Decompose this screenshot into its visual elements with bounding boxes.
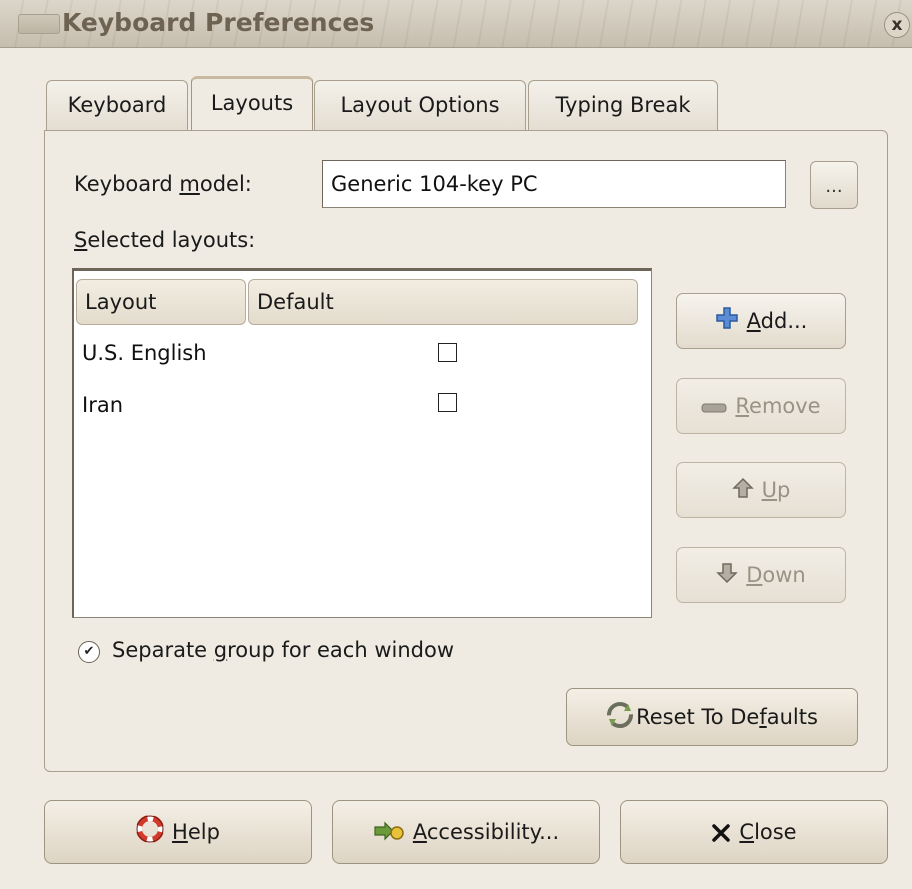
window-title: Keyboard Preferences	[62, 8, 375, 37]
title-bar[interactable]: Keyboard Preferences x	[0, 0, 912, 48]
move-up-button[interactable]: Up	[676, 462, 846, 518]
accessibility-icon	[373, 805, 405, 867]
list-item-layout: U.S. English	[82, 341, 207, 365]
help-button[interactable]: Help	[44, 800, 312, 864]
column-header-default[interactable]: Default	[248, 279, 638, 325]
separate-group-label[interactable]: Separate group for each window	[112, 638, 454, 662]
default-checkbox[interactable]	[438, 393, 457, 412]
arrow-down-icon	[716, 551, 739, 605]
keyboard-model-browse-button[interactable]: ...	[810, 161, 858, 209]
accessibility-button[interactable]: Accessibility...	[332, 800, 600, 864]
move-down-button[interactable]: Down	[676, 547, 846, 603]
plus-icon	[715, 297, 739, 351]
close-button[interactable]: Close	[620, 800, 888, 864]
default-checkbox[interactable]	[438, 343, 457, 362]
lifebuoy-icon	[136, 805, 165, 867]
layouts-list[interactable]: Layout Default U.S. English Iran	[72, 268, 652, 618]
tab-typing-break[interactable]: Typing Break	[528, 80, 718, 130]
selected-layouts-label: Selected layouts:	[74, 228, 256, 252]
tab-layouts[interactable]: Layouts	[191, 76, 313, 132]
arrow-up-icon	[731, 466, 754, 520]
tab-keyboard[interactable]: Keyboard	[46, 80, 188, 130]
close-icon	[711, 805, 731, 867]
keyboard-model-field[interactable]: Generic 104-key PC	[322, 160, 786, 208]
list-item-layout: Iran	[82, 393, 124, 417]
tab-layout-options[interactable]: Layout Options	[314, 80, 526, 130]
column-header-layout[interactable]: Layout	[76, 279, 246, 325]
reset-to-defaults-button[interactable]: Reset To Defaults	[566, 688, 858, 746]
window-close-icon[interactable]: x	[884, 12, 910, 38]
refresh-icon	[606, 694, 634, 750]
minus-icon	[701, 382, 727, 436]
window-menu-button[interactable]	[18, 14, 60, 34]
remove-layout-button[interactable]: Remove	[676, 378, 846, 434]
keyboard-model-label: Keyboard model:	[74, 172, 252, 196]
add-layout-button[interactable]: Add...	[676, 293, 846, 349]
separate-group-checkbox[interactable]: ✔	[78, 641, 100, 663]
